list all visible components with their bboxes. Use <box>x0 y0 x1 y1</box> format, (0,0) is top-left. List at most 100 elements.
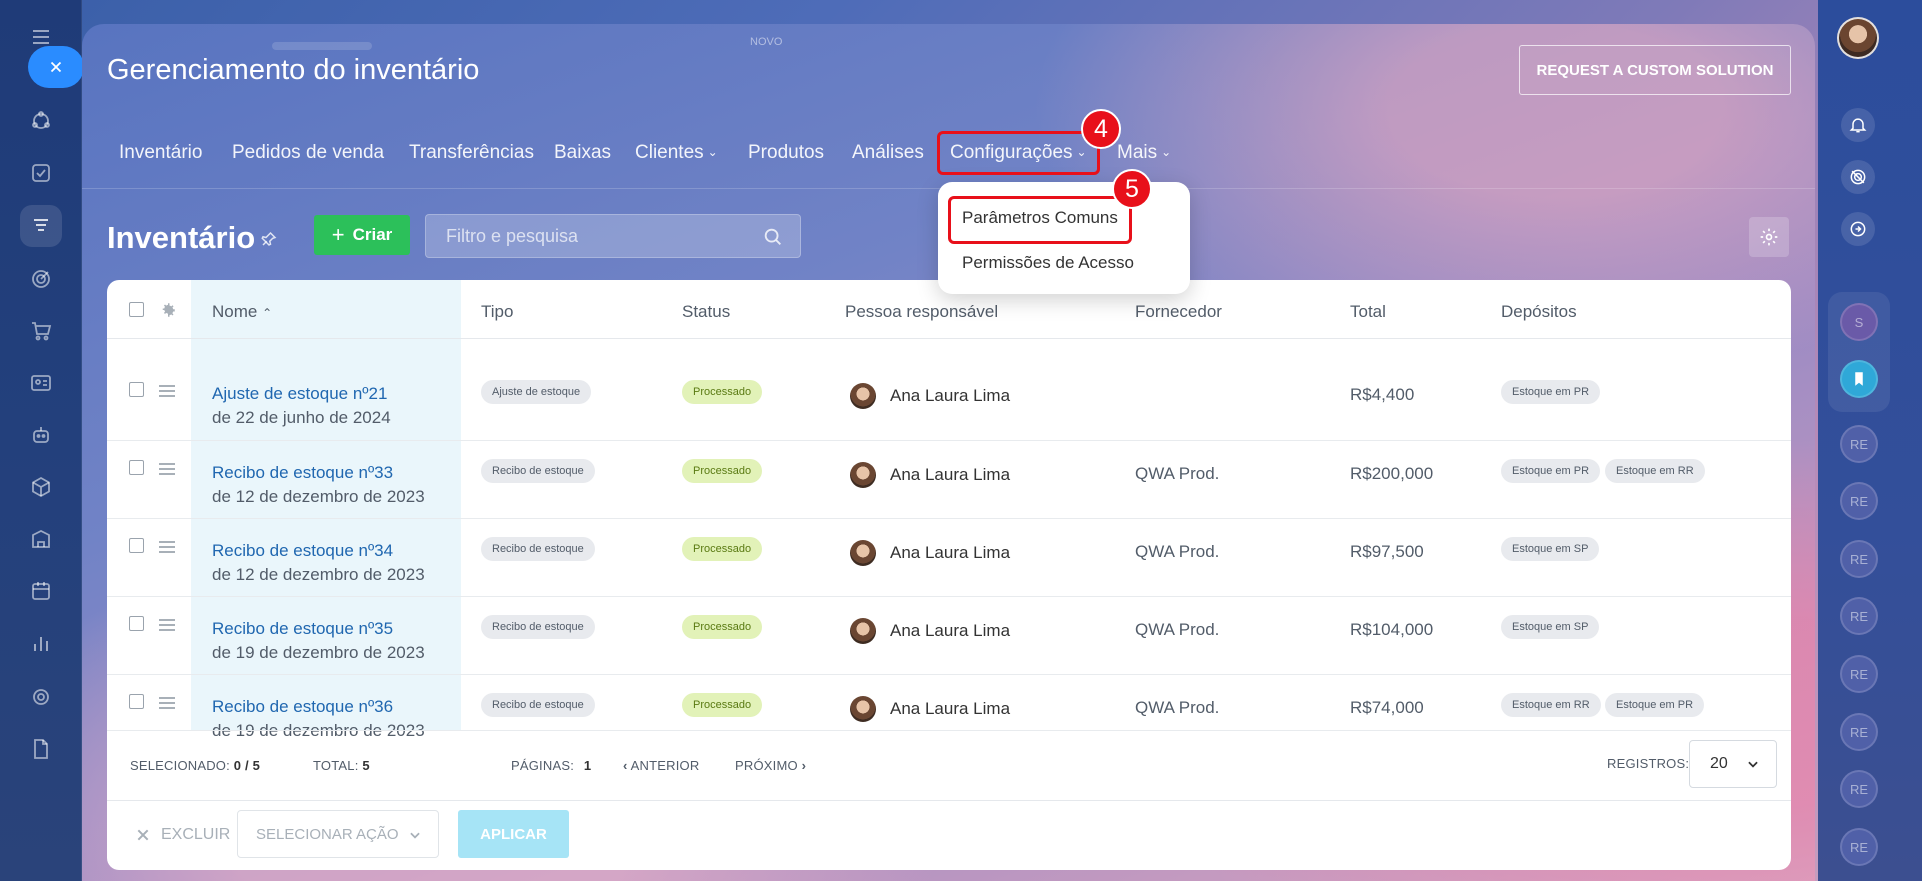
status-badge: Processado <box>682 459 763 483</box>
messages-button[interactable] <box>1841 212 1875 246</box>
responsible-person[interactable]: Ana Laura Lima <box>850 618 1010 644</box>
pin-icon[interactable] <box>260 230 278 248</box>
document-link[interactable]: Recibo de estoque nº33 <box>212 463 393 483</box>
close-slider-button[interactable] <box>28 46 84 88</box>
bookmark-chat-button[interactable] <box>1840 360 1878 398</box>
previous-label: ANTERIOR <box>630 758 700 773</box>
target-icon[interactable] <box>26 264 56 294</box>
tab-pedidos-de-venda[interactable]: Pedidos de venda <box>232 142 384 164</box>
chat-avatar-re[interactable]: RE <box>1840 482 1878 520</box>
chat-avatar-re[interactable]: RE <box>1840 770 1878 808</box>
row-divider <box>107 730 1791 731</box>
chat-avatar-re[interactable]: RE <box>1840 425 1878 463</box>
row-checkbox[interactable] <box>129 538 144 553</box>
column-header-pessoa[interactable]: Pessoa responsável <box>845 302 998 322</box>
contact-card-icon[interactable] <box>26 368 56 398</box>
tab-inventario[interactable]: Inventário <box>119 142 202 164</box>
select-all-checkbox[interactable] <box>129 302 144 317</box>
row-menu-icon[interactable] <box>159 463 175 475</box>
row-checkbox[interactable] <box>129 382 144 397</box>
delete-button[interactable]: EXCLUIR <box>135 826 230 844</box>
chat-avatar-re[interactable]: RE <box>1840 655 1878 693</box>
tab-analises[interactable]: Análises <box>852 142 924 164</box>
row-menu-icon[interactable] <box>159 619 175 631</box>
chat-avatar-re[interactable]: RE <box>1840 713 1878 751</box>
cube-icon[interactable] <box>26 472 56 502</box>
avatar <box>850 696 876 722</box>
document-link[interactable]: Recibo de estoque nº36 <box>212 697 393 717</box>
column-header-tipo[interactable]: Tipo <box>481 302 513 322</box>
chat-avatar-re[interactable]: RE <box>1840 540 1878 578</box>
step-badge-5: 5 <box>1112 169 1152 209</box>
cart-icon[interactable] <box>26 316 56 346</box>
sync-icon[interactable] <box>26 682 56 712</box>
delete-label: EXCLUIR <box>161 826 231 843</box>
document-link[interactable]: Recibo de estoque nº35 <box>212 619 393 639</box>
search-input[interactable]: Filtro e pesquisa <box>425 214 801 258</box>
tab-baixas[interactable]: Baixas <box>554 142 611 164</box>
chevron-down-icon: ⌄ <box>707 145 718 159</box>
robot-icon[interactable] <box>26 420 56 450</box>
tasks-icon[interactable] <box>26 158 56 188</box>
settings-button[interactable] <box>1749 217 1789 257</box>
column-header-fornecedor[interactable]: Fornecedor <box>1135 302 1222 322</box>
document-date: de 19 de dezembro de 2023 <box>212 643 425 662</box>
row-checkbox[interactable] <box>129 694 144 709</box>
row-checkbox[interactable] <box>129 460 144 475</box>
request-custom-solution-button[interactable]: REQUEST A CUSTOM SOLUTION <box>1519 45 1791 95</box>
document-link[interactable]: Ajuste de estoque nº21 <box>212 384 387 404</box>
inventory-grid: Nome ⌃ Tipo Status Pessoa responsável Fo… <box>107 280 1791 870</box>
building-icon[interactable] <box>26 524 56 554</box>
status-badge: Processado <box>682 693 763 717</box>
column-header-total[interactable]: Total <box>1350 302 1386 322</box>
highlight-configuracoes <box>937 131 1100 175</box>
column-header-depositos[interactable]: Depósitos <box>1501 302 1577 322</box>
tab-transferencias[interactable]: Transferências <box>409 142 534 164</box>
tab-label: Análises <box>852 142 924 163</box>
column-header-nome[interactable]: Nome ⌃ <box>212 302 272 322</box>
supplier-value: QWA Prod. <box>1135 698 1220 717</box>
person-name: Ana Laura Lima <box>890 386 1011 405</box>
row-divider <box>107 674 1791 675</box>
previous-page-button[interactable]: ‹ ANTERIOR <box>623 758 699 773</box>
tab-produtos[interactable]: Produtos <box>748 142 824 164</box>
search-icon[interactable] <box>762 226 784 248</box>
footer-divider <box>107 800 1791 801</box>
notifications-button[interactable] <box>1841 108 1875 142</box>
action-placeholder: SELECIONAR AÇÃO <box>256 825 399 843</box>
copilot-button[interactable] <box>1841 160 1875 194</box>
responsible-person[interactable]: Ana Laura Lima <box>850 696 1010 722</box>
row-checkbox[interactable] <box>129 616 144 631</box>
responsible-person[interactable]: Ana Laura Lima <box>850 462 1010 488</box>
column-header-status[interactable]: Status <box>682 302 730 322</box>
bar-chart-icon[interactable] <box>26 628 56 658</box>
chat-avatar-s[interactable]: S <box>1840 303 1878 341</box>
create-button[interactable]: + Criar <box>314 215 410 255</box>
action-select[interactable]: SELECIONAR AÇÃO <box>237 810 439 858</box>
document-date: de 12 de dezembro de 2023 <box>212 487 425 506</box>
calendar-icon[interactable] <box>26 576 56 606</box>
inventory-icon[interactable] <box>20 205 62 247</box>
row-menu-icon[interactable] <box>159 697 175 709</box>
column-settings-icon[interactable] <box>159 301 177 319</box>
tab-clientes[interactable]: Clientes ⌄ <box>635 142 718 164</box>
bell-icon <box>1849 118 1867 133</box>
document-link[interactable]: Recibo de estoque nº34 <box>212 541 393 561</box>
status-badge: Processado <box>682 380 763 404</box>
tab-mais[interactable]: Mais ⌄ <box>1117 142 1171 164</box>
row-menu-icon[interactable] <box>159 385 175 397</box>
chat-avatar-re[interactable]: RE <box>1840 828 1878 866</box>
user-avatar[interactable] <box>1837 17 1879 59</box>
next-page-button[interactable]: PRÓXIMO › <box>735 758 806 773</box>
records-value: 20 <box>1710 755 1728 772</box>
menu-item-permissoes-de-acesso[interactable]: Permissões de Acesso <box>962 253 1134 273</box>
chat-avatar-re[interactable]: RE <box>1840 597 1878 635</box>
chevron-down-icon <box>1748 761 1758 768</box>
records-per-page-select[interactable]: 20 <box>1689 740 1777 788</box>
responsible-person[interactable]: Ana Laura Lima <box>850 540 1010 566</box>
network-icon[interactable] <box>26 106 56 136</box>
responsible-person[interactable]: Ana Laura Lima <box>850 383 1010 409</box>
row-menu-icon[interactable] <box>159 541 175 553</box>
document-icon[interactable] <box>26 734 56 764</box>
apply-button[interactable]: APLICAR <box>458 810 569 858</box>
